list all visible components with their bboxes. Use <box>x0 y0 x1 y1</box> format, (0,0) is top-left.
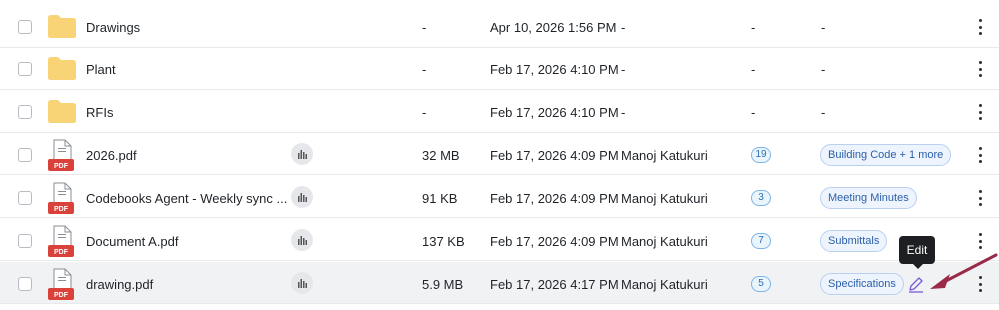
table-row[interactable]: PDF 2026.pdf 32 MB Feb 17, 2026 4:09 PM … <box>0 133 999 175</box>
folder-icon <box>48 100 76 123</box>
comment-count: - <box>751 105 756 120</box>
owner-name: Manoj Katukuri <box>621 277 708 292</box>
pdf-badge-text: PDF <box>54 292 69 299</box>
table-row[interactable]: PDF Document A.pdf 137 KB Feb 17, 2026 4… <box>0 219 999 261</box>
modified-date: Feb 17, 2026 4:09 PM <box>490 191 619 206</box>
row-checkbox[interactable] <box>18 277 32 291</box>
pdf-file-icon: PDF <box>48 139 74 171</box>
file-size: 137 KB <box>422 234 465 249</box>
comment-count-badge[interactable]: 3 <box>751 190 771 206</box>
bar-chart-icon <box>298 236 307 245</box>
modified-date: Feb 17, 2026 4:09 PM <box>490 234 619 249</box>
more-options-icon[interactable] <box>975 233 985 249</box>
file-tag-chip[interactable]: Meeting Minutes <box>820 187 917 209</box>
file-size: - <box>422 62 427 77</box>
row-checkbox[interactable] <box>18 191 32 205</box>
more-options-icon[interactable] <box>975 190 985 206</box>
file-name[interactable]: drawing.pdf <box>86 277 153 292</box>
analytics-button[interactable] <box>291 186 313 208</box>
table-row[interactable]: Plant - Feb 17, 2026 4:10 PM - - - <box>0 48 999 90</box>
file-name[interactable]: Document A.pdf <box>86 234 179 249</box>
file-name[interactable]: Codebooks Agent - Weekly sync ... <box>86 191 287 206</box>
comment-count-badge[interactable]: 7 <box>751 233 771 249</box>
more-options-icon[interactable] <box>975 147 985 163</box>
table-row[interactable]: PDF Codebooks Agent - Weekly sync ... 91… <box>0 176 999 218</box>
row-checkbox[interactable] <box>18 105 32 119</box>
file-name[interactable]: Plant <box>86 62 116 77</box>
comment-count: - <box>751 62 756 77</box>
modified-date: Feb 17, 2026 4:17 PM <box>490 277 619 292</box>
file-tag-chip[interactable]: Submittals <box>820 230 888 252</box>
row-checkbox[interactable] <box>18 234 32 248</box>
pdf-badge-text: PDF <box>54 206 69 213</box>
file-size: - <box>422 105 427 120</box>
owner-name: Manoj Katukuri <box>621 191 708 206</box>
comment-count-badge[interactable]: 5 <box>751 276 771 292</box>
owner-name: - <box>621 105 626 120</box>
analytics-button[interactable] <box>291 229 313 251</box>
analytics-button[interactable] <box>291 143 313 165</box>
more-options-icon[interactable] <box>975 19 985 35</box>
comment-count: - <box>751 20 756 35</box>
more-options-icon[interactable] <box>975 104 985 120</box>
owner-name: - <box>621 62 626 77</box>
row-checkbox[interactable] <box>18 20 32 34</box>
row-checkbox[interactable] <box>18 62 32 76</box>
pdf-file-icon: PDF <box>48 225 74 257</box>
annotation-arrow-icon <box>930 253 998 289</box>
modified-date: Feb 17, 2026 4:09 PM <box>490 148 619 163</box>
file-name[interactable]: Drawings <box>86 20 140 35</box>
file-tag: - <box>821 105 826 120</box>
file-tag-chip[interactable]: Building Code + 1 more <box>820 144 952 166</box>
bar-chart-icon <box>298 150 307 159</box>
pdf-badge-text: PDF <box>54 249 69 256</box>
modified-date: Feb 17, 2026 4:10 PM <box>490 62 619 77</box>
more-options-icon[interactable] <box>975 61 985 77</box>
folder-icon <box>48 57 76 80</box>
folder-icon <box>48 15 76 38</box>
pdf-file-icon: PDF <box>48 268 74 300</box>
tooltip-text: Edit <box>906 243 928 257</box>
bar-chart-icon <box>298 193 307 202</box>
pdf-file-icon: PDF <box>48 182 74 214</box>
pdf-badge-text: PDF <box>54 163 69 170</box>
owner-name: Manoj Katukuri <box>621 148 708 163</box>
edit-pencil-icon[interactable] <box>907 275 925 293</box>
owner-name: Manoj Katukuri <box>621 234 708 249</box>
modified-date: Feb 17, 2026 4:10 PM <box>490 105 619 120</box>
modified-date: Apr 10, 2026 1:56 PM <box>490 20 617 35</box>
file-tag-chip[interactable]: Specifications <box>820 273 904 295</box>
file-size: 5.9 MB <box>422 277 464 292</box>
analytics-button[interactable] <box>291 272 313 294</box>
file-tag: - <box>821 20 826 35</box>
bar-chart-icon <box>298 279 307 288</box>
row-checkbox[interactable] <box>18 148 32 162</box>
owner-name: - <box>621 20 626 35</box>
table-row[interactable]: PDF drawing.pdf 5.9 MB Feb 17, 2026 4:17… <box>0 262 999 304</box>
file-size: 32 MB <box>422 148 460 163</box>
file-name[interactable]: 2026.pdf <box>86 148 137 163</box>
file-tag: - <box>821 62 826 77</box>
file-name[interactable]: RFIs <box>86 105 113 120</box>
file-size: - <box>422 20 427 35</box>
file-size: 91 KB <box>422 191 458 206</box>
comment-count-badge[interactable]: 19 <box>751 147 771 163</box>
table-row[interactable]: Drawings - Apr 10, 2026 1:56 PM - - - <box>0 6 999 48</box>
table-row[interactable]: RFIs - Feb 17, 2026 4:10 PM - - - <box>0 91 999 133</box>
